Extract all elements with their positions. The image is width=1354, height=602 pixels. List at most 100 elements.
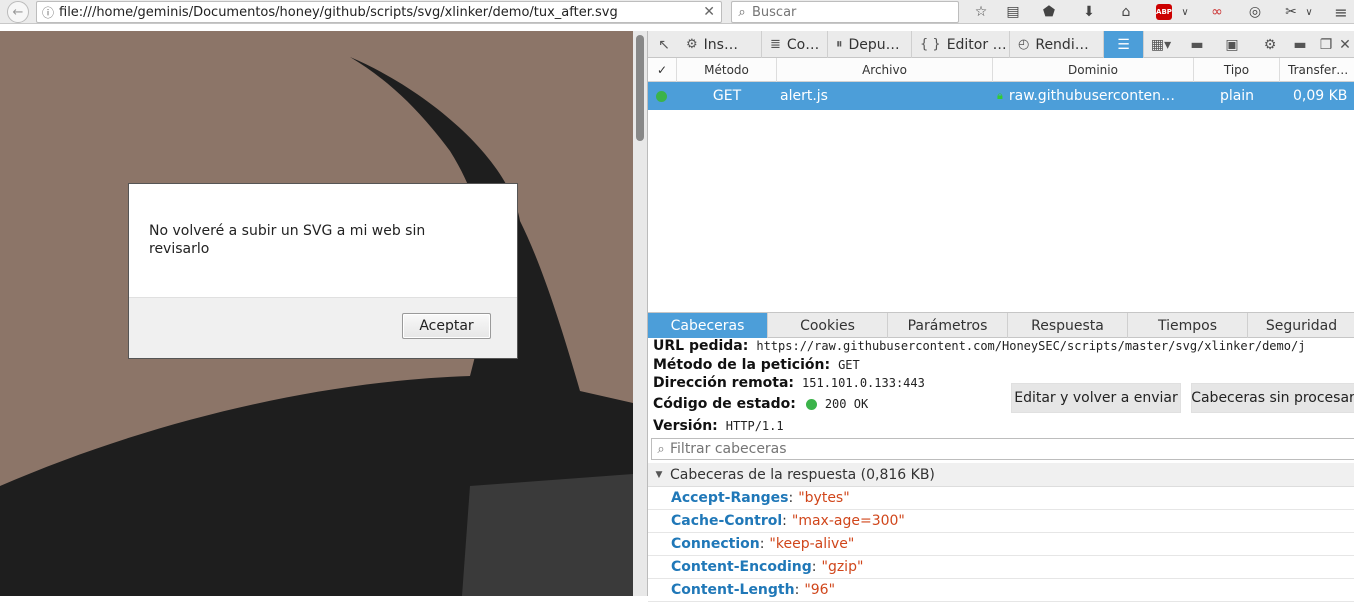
row-method: GET [712,88,742,104]
info-icon[interactable]: ⓘ [37,4,59,21]
url-label: URL pedida: [653,338,749,354]
tab-label: Rendi… [1035,36,1089,53]
download-icon[interactable]: ⬇ [1078,2,1100,22]
url-text[interactable]: file:///home/geminis/Documentos/honey/gi… [59,5,618,20]
search-input[interactable] [752,4,952,20]
raw-headers-button[interactable]: Cabeceras sin procesar [1191,383,1354,413]
expand-triangle-icon: ▼ [655,469,663,480]
col-transferred[interactable]: Transfer… [1280,58,1354,82]
devtools-tabbar: ↖ ⚙ Ins… ≣ Co… ⏸ Depu… { } Editor … ◴ Rendi… … [648,31,1354,58]
header-row: Accept-Ranges: "bytes" [648,487,1354,510]
settings-icon[interactable]: ⚙ [1256,31,1284,58]
status-dot [656,82,670,110]
lastpass-icon[interactable]: ∞ [1206,2,1228,22]
remote-address: Dirección remota: 151.101.0.133:443 [653,373,925,393]
back-icon: ← [7,1,29,23]
row-type: plain [1219,88,1255,104]
tab-style-editor[interactable]: { } Editor … [912,31,1010,58]
adblock-icon[interactable]: ABP [1154,2,1174,22]
tab-debugger[interactable]: ⏸ Depu… [828,31,912,58]
url-bar[interactable]: ⓘ file:///home/geminis/Documentos/honey/… [36,1,722,23]
row-size: 0,09 KB [1293,88,1348,104]
request-method: Método de la petición: GET [653,355,860,375]
chevron-down-icon[interactable]: ∨ [1178,2,1192,22]
col-status[interactable]: ✓ [648,58,677,82]
tab-network[interactable]: ☰ [1104,31,1144,58]
reading-list-icon[interactable]: ▤ [1002,2,1024,22]
edit-resend-button[interactable]: Editar y volver a enviar [1011,383,1181,413]
tab-security[interactable]: Seguridad [1248,313,1354,338]
col-file[interactable]: Archivo [777,58,993,82]
inspector-icon: ⚙ [686,37,698,52]
star-icon[interactable]: ☆ [970,2,992,22]
method-label: Método de la petición: [653,357,831,373]
back-button[interactable]: ← [2,1,34,23]
storage-icon[interactable]: ▦▾ [1146,31,1176,58]
header-value: "gzip" [821,559,864,575]
header-row: Content-Length: "96" [648,579,1354,602]
request-url: URL pedida: https://raw.githubuserconten… [653,336,1305,356]
tab-performance[interactable]: ◴ Rendi… [1010,31,1104,58]
tab-label: Editor … [946,36,1007,53]
col-domain[interactable]: Dominio [993,58,1194,82]
home-icon[interactable]: ⌂ [1115,2,1137,22]
row-domain-text: raw.githubuserconten… [1008,88,1176,104]
tab-timings[interactable]: Tiempos [1128,313,1248,338]
tab-cookies[interactable]: Cookies [768,313,888,338]
header-name: Cache-Control [671,513,783,529]
tab-headers[interactable]: Cabeceras [648,313,768,338]
header-name: Accept-Ranges [671,490,789,506]
dock-bottom-icon[interactable]: ▬ [1286,31,1314,58]
filter-headers-field[interactable]: ⌕ [651,438,1354,460]
header-row: Content-Encoding: "gzip" [648,556,1354,579]
col-method[interactable]: Método [677,58,777,82]
search-bar[interactable]: ⌕ [731,1,959,23]
response-headers-section[interactable]: ▼ Cabeceras de la respuesta (0,816 KB) [648,463,1354,487]
chevron-down-icon[interactable]: ∨ [1302,2,1316,22]
tab-inspector[interactable]: ⚙ Ins… [678,31,762,58]
header-value: "bytes" [798,490,850,506]
page-scrollbar[interactable] [633,31,647,596]
table-row[interactable]: GET alert.js 🔒︎ raw.githubuserconten… pla… [648,82,1354,110]
tab-response[interactable]: Respuesta [1008,313,1128,338]
header-row: Cache-Control: "max-age=300" [648,510,1354,533]
filter-headers-input[interactable] [670,441,1330,457]
url-value[interactable]: https://raw.githubusercontent.com/HoneyS… [756,339,1305,353]
alert-footer: Aceptar [129,297,517,358]
network-icon: ☰ [1117,36,1130,53]
http-version: Versión: HTTP/1.1 [653,416,784,436]
pick-element-icon[interactable]: ↖ [650,31,678,58]
tab-console[interactable]: ≣ Co… [762,31,828,58]
col-type[interactable]: Tipo [1194,58,1280,82]
pocket-icon[interactable]: ⬟ [1038,2,1060,22]
split-console-icon[interactable]: ▬ [1183,31,1211,58]
screenshot-icon[interactable]: ✂ [1280,2,1302,22]
header-colon: : [759,536,765,552]
response-headers-title: Cabeceras de la respuesta (0,816 KB) [670,466,935,483]
header-colon: : [782,513,787,529]
search-icon: ⌕ [657,441,665,457]
status-value: 200 OK [824,397,869,411]
header-name: Content-Encoding [671,559,812,575]
tab-params[interactable]: Parámetros [888,313,1008,338]
header-name: Connection [671,536,760,552]
status-dot-icon [805,398,817,410]
frame-select-icon[interactable]: ▣ [1218,31,1246,58]
globe-icon[interactable]: ◎ [1244,2,1266,22]
hamburger-menu-icon[interactable]: ≡ [1330,2,1352,22]
network-table-header: ✓ Método Archivo Dominio Tipo Transfer… [648,58,1354,82]
page-canvas: No volveré a subir un SVG a mi web sin r… [0,31,633,596]
alert-message: No volveré a subir un SVG a mi web sin r… [149,223,426,257]
status-label: Código de estado: [653,396,796,412]
accept-button[interactable]: Aceptar [402,313,491,339]
clear-icon[interactable]: ✕ [703,4,715,20]
row-domain: 🔒︎ raw.githubuserconten… [997,82,1191,110]
version-value: HTTP/1.1 [725,419,784,433]
close-icon[interactable]: ✕ [1336,31,1354,58]
status-code: Código de estado: 200 OK [653,394,868,414]
style-editor-icon: { } [920,37,941,52]
browser-toolbar: ← ⓘ file:///home/geminis/Documentos/hone… [0,0,1354,24]
scrollbar-thumb[interactable] [636,35,644,141]
alert-dialog: No volveré a subir un SVG a mi web sin r… [128,183,518,359]
performance-icon: ◴ [1018,37,1030,52]
